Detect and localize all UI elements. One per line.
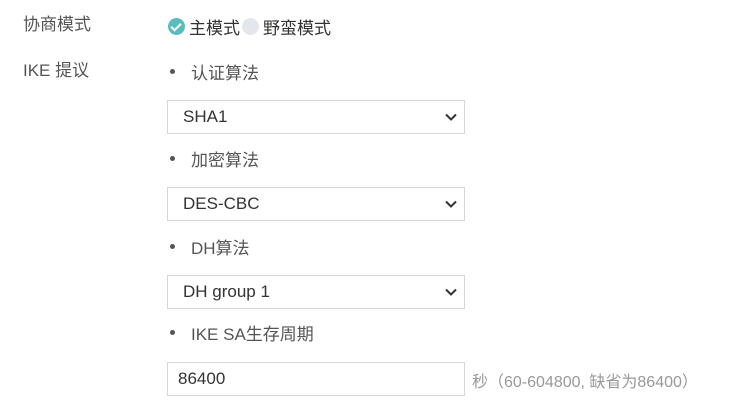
bullet-icon xyxy=(170,243,175,249)
radio-aggressive-mode-label: 野蛮模式 xyxy=(263,18,331,38)
chevron-down-icon xyxy=(438,276,464,308)
chevron-down-icon xyxy=(438,188,464,220)
bullet-icon xyxy=(170,68,175,74)
auth-algorithm-select[interactable]: SHA1 xyxy=(167,100,465,134)
ike-sa-lifetime-value: 86400 xyxy=(178,369,226,388)
ike-sa-lifetime-label: IKE SA生存周期 xyxy=(191,324,314,344)
ike-proposal-label: IKE 提议 xyxy=(23,61,90,80)
encrypt-algorithm-select[interactable]: DES-CBC xyxy=(167,187,465,221)
ike-sa-lifetime-input[interactable]: 86400 xyxy=(167,362,465,396)
radio-main-mode-label: 主模式 xyxy=(189,18,240,38)
bullet-icon xyxy=(170,329,175,335)
ike-sa-lifetime-item: IKE SA生存周期 xyxy=(168,321,314,344)
radio-unchecked-icon xyxy=(242,17,259,35)
dh-algorithm-item: DH算法 xyxy=(168,235,250,258)
radio-aggressive-mode[interactable]: 野蛮模式 xyxy=(242,14,331,39)
radio-checked-icon xyxy=(168,17,185,35)
chevron-down-icon xyxy=(438,101,464,133)
dh-algorithm-select[interactable]: DH group 1 xyxy=(167,275,465,309)
bullet-icon xyxy=(170,155,175,161)
auth-algorithm-item: 认证算法 xyxy=(168,60,259,83)
negotiation-mode-radio-group: 主模式 野蛮模式 xyxy=(168,14,331,38)
auth-algorithm-value: SHA1 xyxy=(183,107,228,126)
encrypt-algorithm-item: 加密算法 xyxy=(168,147,259,170)
auth-algorithm-label: 认证算法 xyxy=(191,63,259,83)
radio-main-mode[interactable]: 主模式 xyxy=(168,14,240,39)
negotiation-mode-label: 协商模式 xyxy=(23,15,91,34)
encrypt-algorithm-value: DES-CBC xyxy=(183,194,260,213)
dh-algorithm-label: DH算法 xyxy=(191,238,250,258)
ike-sa-lifetime-hint: 秒（60-604800, 缺省为86400） xyxy=(472,374,698,391)
encrypt-algorithm-label: 加密算法 xyxy=(191,150,259,170)
dh-algorithm-value: DH group 1 xyxy=(183,282,270,301)
